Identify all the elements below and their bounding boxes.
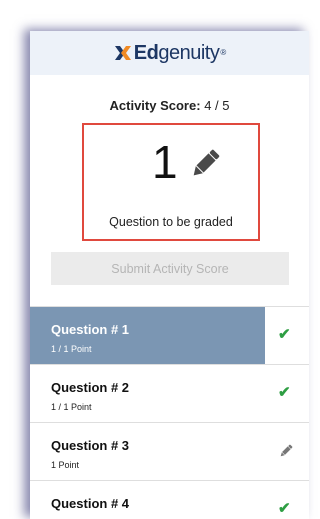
logo-text-ed: Ed (133, 41, 159, 64)
question-item-main[interactable]: Question # 1 1 / 1 Point (30, 307, 265, 364)
question-list: Question # 1 1 / 1 Point ✔ Question # 2 … (30, 306, 309, 519)
pencil-icon (193, 149, 220, 176)
logo-text-rest: genuity (158, 41, 220, 64)
activity-score: Activity Score: 4 / 5 (30, 98, 309, 113)
question-points: 1 / 1 Point (51, 344, 92, 354)
question-title: Question # 2 (51, 380, 130, 395)
question-title: Question # 1 (51, 322, 130, 337)
question-item-1[interactable]: Question # 1 1 / 1 Point ✔ (30, 306, 309, 364)
question-item-3[interactable]: Question # 3 1 Point (30, 422, 309, 480)
edgenuity-x-icon (114, 46, 131, 60)
questions-to-grade-count: 1 (152, 136, 178, 188)
question-item-main[interactable]: Question # 3 1 Point (30, 423, 265, 480)
question-points: 1 / 1 Point (51, 402, 92, 412)
activity-panel: Ed genuity ® Activity Score: 4 / 5 1 Que… (30, 31, 309, 519)
question-item-main[interactable]: Question # 2 1 / 1 Point (30, 365, 265, 422)
edgenuity-logo: Ed genuity ® (113, 42, 226, 65)
submit-activity-score-button[interactable]: Submit Activity Score (51, 252, 289, 285)
pencil-icon (280, 444, 293, 457)
question-title: Question # 3 (51, 438, 130, 453)
question-item-4[interactable]: Question # 4 ✔ (30, 480, 309, 519)
check-icon: ✔ (278, 384, 291, 401)
question-item-main[interactable]: Question # 4 (30, 481, 265, 519)
activity-score-label: Activity Score: (109, 98, 201, 113)
check-icon: ✔ (278, 326, 291, 343)
question-title: Question # 4 (51, 496, 130, 511)
logo-trademark: ® (220, 47, 227, 57)
activity-score-value: 4 / 5 (204, 98, 230, 113)
questions-to-grade-box: 1 Question to be graded (82, 123, 260, 241)
questions-to-grade-caption: Question to be graded (109, 215, 233, 229)
check-icon: ✔ (278, 500, 291, 517)
header-bar: Ed genuity ® (30, 31, 309, 75)
question-points: 1 Point (51, 460, 80, 470)
question-item-2[interactable]: Question # 2 1 / 1 Point ✔ (30, 364, 309, 422)
